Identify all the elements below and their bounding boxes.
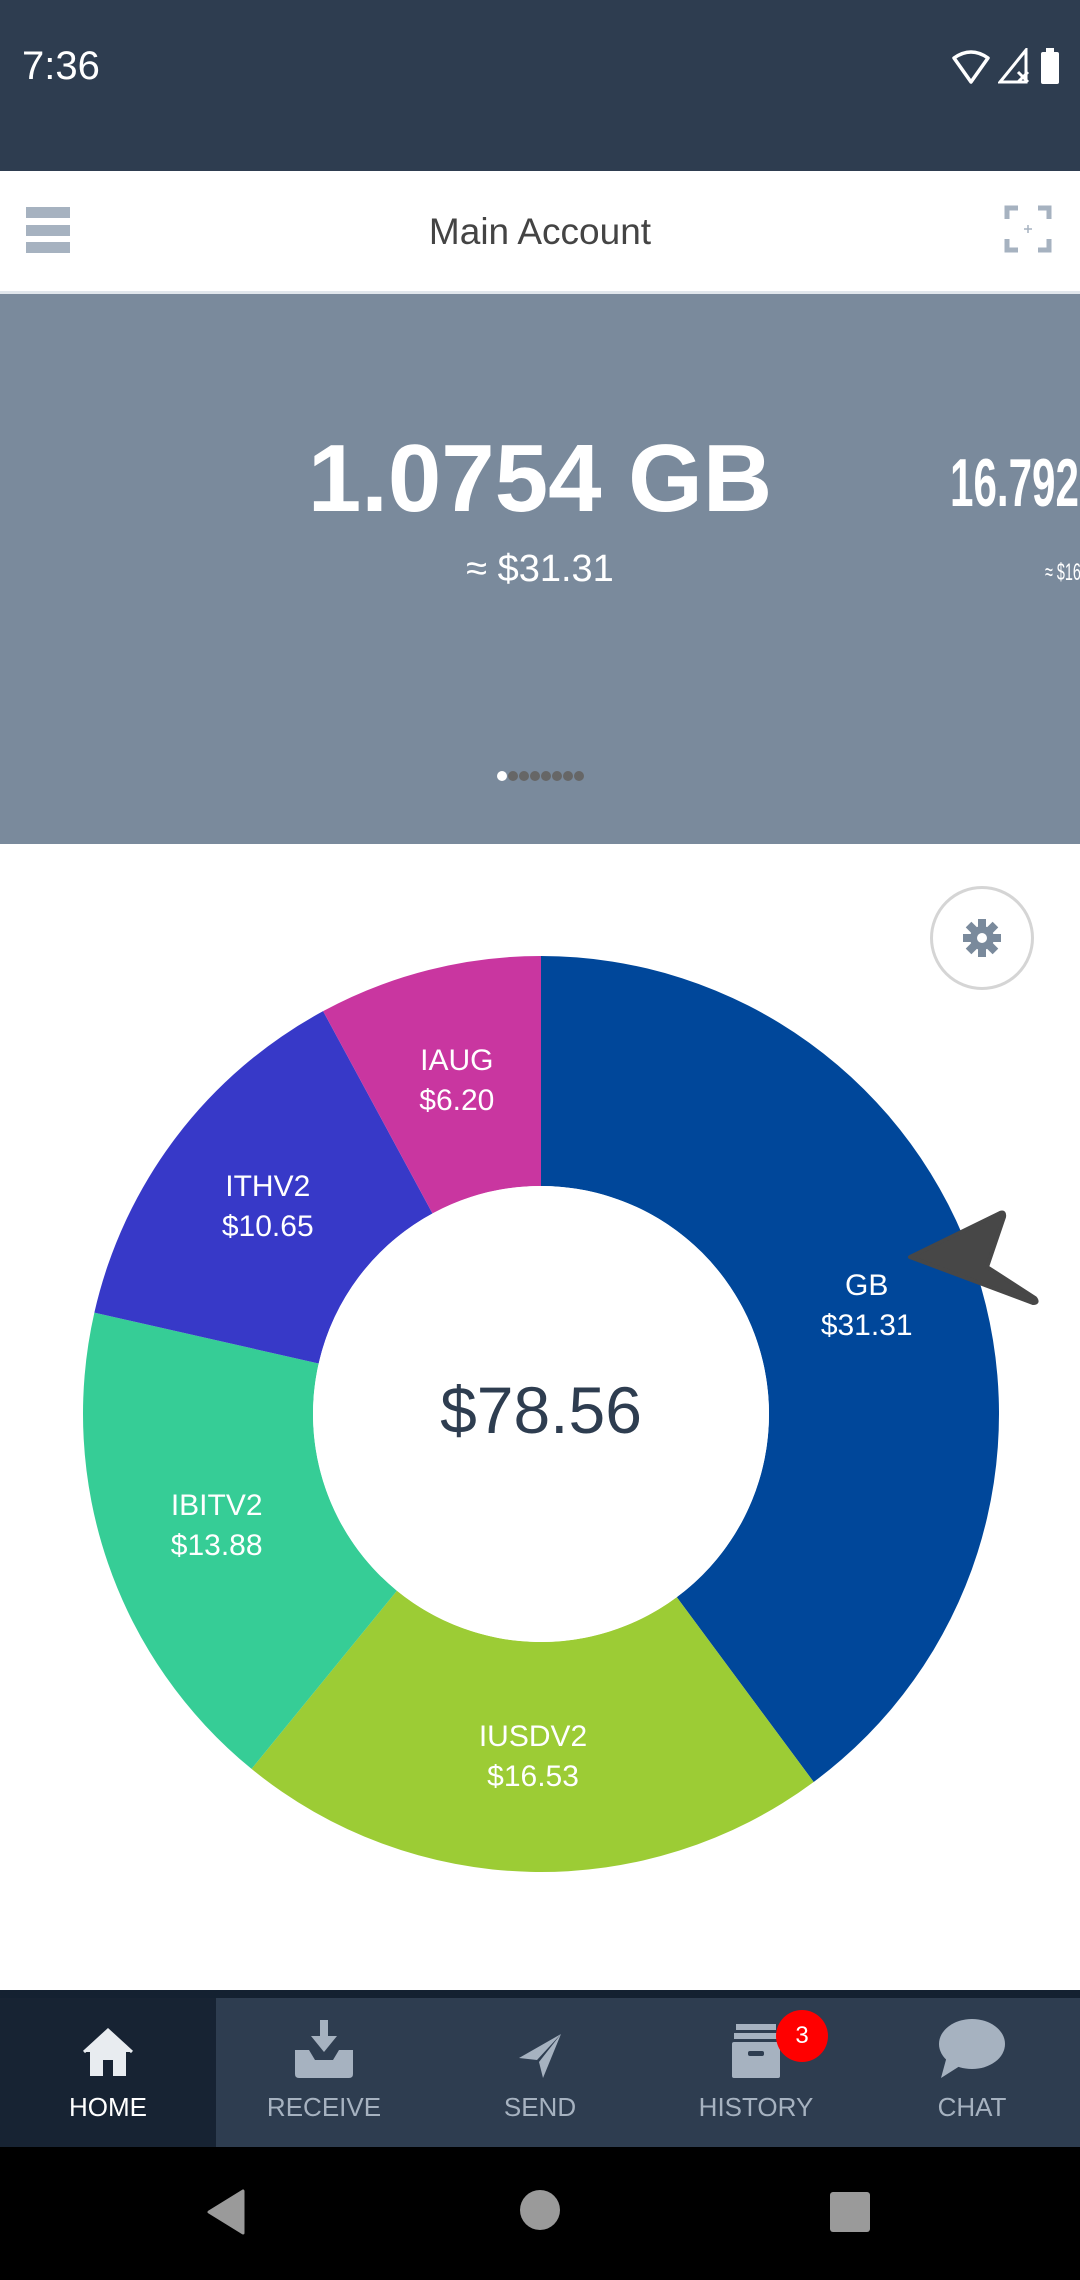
segment-name: IBITV2 (170, 1488, 263, 1522)
status-icons (952, 48, 1060, 84)
battery-icon (1041, 48, 1059, 84)
wifi-icon (952, 50, 990, 84)
segment-label: IAUG $6.20 (347, 1041, 567, 1121)
page-title: Main Account (428, 211, 652, 252)
segment-name: ITHV2 (225, 1169, 311, 1203)
segment-label: IUSDV2 $16.53 (423, 1717, 643, 1797)
portfolio-total: $78.56 (440, 1373, 642, 1447)
tab-label: CHAT (937, 2092, 1007, 2122)
pointer-cursor-icon (908, 1210, 1039, 1305)
home-icon (82, 2027, 134, 2076)
tab-chat[interactable]: CHAT (864, 1998, 1080, 2147)
segment-label: ITHV2 $10.65 (158, 1167, 378, 1247)
page-dot[interactable] (507, 771, 518, 781)
tab-label: RECEIVE (266, 2092, 382, 2122)
segment-name: IAUG (420, 1044, 494, 1078)
page-indicator (0, 771, 1080, 781)
signal-no-service-icon (998, 48, 1030, 84)
page-dot[interactable] (496, 771, 507, 781)
page-dot[interactable] (518, 771, 529, 781)
system-navigation-bar (0, 2147, 1080, 2280)
history-badge: 3 (776, 2010, 828, 2062)
tab-label: HOME (69, 2092, 147, 2122)
fiat-balance: ≈ $31.31 (466, 548, 614, 590)
receive-download-icon (295, 2020, 353, 2078)
recents-square-icon[interactable] (829, 2191, 871, 2233)
balance-carousel[interactable]: 1.0754 GB ≈ $31.31 16.7927 ≈ $16. (0, 294, 1080, 844)
status-time: 7:36 (22, 44, 100, 88)
page-dot[interactable] (529, 771, 540, 781)
chat-bubble-icon (939, 2019, 1005, 2078)
segment-value: $13.88 (170, 1528, 263, 1562)
segment-name: IUSDV2 (478, 1719, 588, 1753)
next-token-balance: 16.7927 (950, 445, 1080, 521)
page-dot[interactable] (562, 771, 573, 781)
scan-qr-icon[interactable] (1004, 205, 1052, 253)
token-balance: 1.0754 GB (307, 425, 773, 532)
back-icon[interactable] (205, 2189, 245, 2235)
tab-receive[interactable]: RECEIVE (216, 1998, 432, 2147)
tab-home[interactable]: HOME (0, 1998, 216, 2147)
tab-label: HISTORY (698, 2092, 814, 2122)
page-dot[interactable] (540, 771, 551, 781)
bottom-tab-bar: HOME RECEIVE SEND HISTORY 3 CHAT (0, 1990, 1080, 2147)
home-circle-icon[interactable] (519, 2189, 561, 2231)
page-dot[interactable] (573, 771, 584, 781)
segment-value: $10.65 (221, 1209, 314, 1243)
tab-send[interactable]: SEND (432, 1998, 648, 2147)
send-paper-plane-icon (519, 2034, 561, 2078)
app-bar: Main Account (0, 171, 1080, 294)
page-dot[interactable] (551, 771, 562, 781)
tab-history[interactable]: HISTORY 3 (648, 1998, 864, 2147)
segment-value: $16.53 (487, 1759, 579, 1793)
tab-label: SEND (503, 2092, 577, 2122)
segment-value: $6.20 (419, 1084, 495, 1118)
status-bar: 7:36 (0, 0, 1080, 171)
segment-label: IBITV2 $13.88 (107, 1486, 327, 1566)
history-archive-icon (732, 2024, 780, 2078)
next-fiat-balance: ≈ $16. (1045, 559, 1080, 586)
